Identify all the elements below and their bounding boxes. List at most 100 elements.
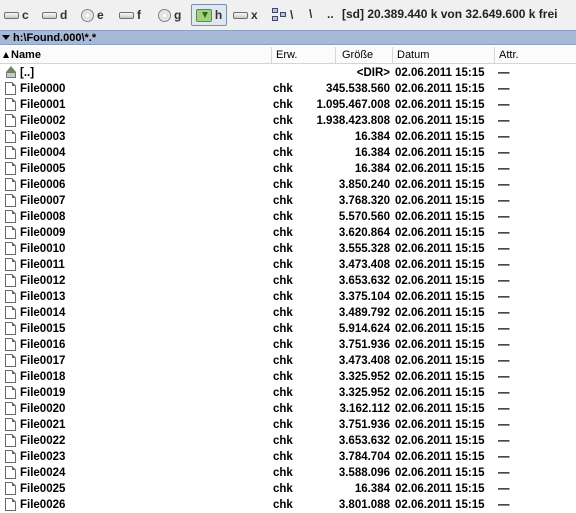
column-attr-header[interactable]: Attr.: [495, 47, 576, 63]
file-row[interactable]: File0023 chk 3.784.704 02.06.2011 15:15 —: [0, 449, 576, 465]
file-ext: chk: [273, 371, 293, 383]
file-size: 3.768.320: [338, 195, 390, 207]
file-row[interactable]: File0021 chk 3.751.936 02.06.2011 15:15 —: [0, 417, 576, 433]
file-icon: [5, 290, 16, 303]
file-attr: —: [498, 419, 510, 431]
file-icon: [5, 98, 16, 111]
file-row[interactable]: File0026 chk 3.801.088 02.06.2011 15:15 —: [0, 497, 576, 513]
file-icon: [5, 450, 16, 463]
file-row[interactable]: File0011 chk 3.473.408 02.06.2011 15:15 —: [0, 257, 576, 273]
file-icon: [5, 354, 16, 367]
file-ext: chk: [273, 163, 293, 175]
parent-dir-row[interactable]: [..] <DIR> 02.06.2011 15:15 —: [0, 65, 576, 81]
file-size: 16.384: [354, 131, 390, 143]
file-size: 3.751.936: [338, 339, 390, 351]
file-attr: —: [498, 99, 510, 111]
file-date: 02.06.2011 15:15: [395, 83, 485, 95]
file-row[interactable]: File0015 chk 5.914.624 02.06.2011 15:15 —: [0, 321, 576, 337]
file-name: File0008: [20, 211, 66, 223]
file-date: 02.06.2011 15:15: [395, 147, 485, 159]
history-dropdown-icon[interactable]: [2, 35, 10, 40]
parent-dir-button[interactable]: ..: [327, 7, 334, 21]
file-row[interactable]: File0017 chk 3.473.408 02.06.2011 15:15 —: [0, 353, 576, 369]
file-name: File0005: [20, 163, 66, 175]
sort-ascending-icon: [3, 52, 9, 58]
drive-button-d[interactable]: d: [42, 6, 67, 24]
file-attr: —: [498, 467, 510, 479]
column-size-header[interactable]: Größe: [336, 47, 393, 63]
file-date: 02.06.2011 15:15: [395, 259, 485, 271]
file-row[interactable]: File0024 chk 3.588.096 02.06.2011 15:15 —: [0, 465, 576, 481]
file-row[interactable]: File0013 chk 3.375.104 02.06.2011 15:15 —: [0, 289, 576, 305]
drive-button-x[interactable]: x: [233, 6, 258, 24]
file-attr: —: [498, 163, 510, 175]
file-ext: chk: [273, 131, 293, 143]
drive-toolbar: c d e f g h x \ \ .. [sd] 20.389.440 k v…: [0, 0, 576, 30]
file-name: File0025: [20, 483, 66, 495]
path-bar[interactable]: h:\Found.000\*.*: [0, 30, 576, 45]
file-row[interactable]: File0006 chk 3.850.240 02.06.2011 15:15 —: [0, 177, 576, 193]
file-attr: —: [498, 259, 510, 271]
file-size: 5.570.560: [338, 211, 390, 223]
file-row[interactable]: File0008 chk 5.570.560 02.06.2011 15:15 —: [0, 209, 576, 225]
file-size: 3.588.096: [338, 467, 390, 479]
drive-button-c[interactable]: c: [4, 6, 29, 24]
network-icon: [272, 8, 287, 22]
file-attr: —: [498, 307, 510, 319]
drive-button-g[interactable]: g: [158, 6, 181, 24]
column-name-header[interactable]: Name: [0, 47, 272, 63]
file-name: File0007: [20, 195, 66, 207]
root-dir-button[interactable]: \: [309, 7, 312, 21]
file-icon: [5, 146, 16, 159]
file-attr: —: [498, 243, 510, 255]
file-size: 3.653.632: [338, 275, 390, 287]
column-ext-header[interactable]: Erw.: [272, 47, 336, 63]
file-icon: [5, 434, 16, 447]
file-attr: —: [498, 483, 510, 495]
drive-button-e[interactable]: e: [81, 6, 104, 24]
file-size: 1.095.467.008: [316, 99, 390, 111]
file-ext: chk: [273, 435, 293, 447]
file-attr: —: [498, 323, 510, 335]
file-row[interactable]: File0022 chk 3.653.632 02.06.2011 15:15 —: [0, 433, 576, 449]
file-size: 3.784.704: [338, 451, 390, 463]
file-date: 02.06.2011 15:15: [395, 275, 485, 287]
file-date: 02.06.2011 15:15: [395, 403, 485, 415]
file-date: 02.06.2011 15:15: [395, 307, 485, 319]
file-size: 3.653.632: [338, 435, 390, 447]
file-date: 02.06.2011 15:15: [395, 467, 485, 479]
file-row[interactable]: File0007 chk 3.768.320 02.06.2011 15:15 —: [0, 193, 576, 209]
file-date: 02.06.2011 15:15: [395, 179, 485, 191]
file-row[interactable]: File0018 chk 3.325.952 02.06.2011 15:15 —: [0, 369, 576, 385]
file-row[interactable]: File0000 chk 345.538.560 02.06.2011 15:15 —: [0, 81, 576, 97]
file-row[interactable]: File0004 chk 16.384 02.06.2011 15:15 —: [0, 145, 576, 161]
file-row[interactable]: File0012 chk 3.653.632 02.06.2011 15:15 —: [0, 273, 576, 289]
drive-button-h[interactable]: h: [191, 4, 227, 26]
file-date: 02.06.2011 15:15: [395, 483, 485, 495]
file-row[interactable]: File0001 chk 1.095.467.008 02.06.2011 15:15…: [0, 97, 576, 113]
file-row[interactable]: File0003 chk 16.384 02.06.2011 15:15 —: [0, 129, 576, 145]
network-drive-button[interactable]: \: [272, 6, 293, 24]
file-row[interactable]: File0025 chk 16.384 02.06.2011 15:15 —: [0, 481, 576, 497]
file-row[interactable]: File0020 chk 3.162.112 02.06.2011 15:15 —: [0, 401, 576, 417]
file-row[interactable]: File0002 chk 1.938.423.808 02.06.2011 15:15…: [0, 113, 576, 129]
file-attr: —: [498, 451, 510, 463]
file-row[interactable]: File0005 chk 16.384 02.06.2011 15:15 —: [0, 161, 576, 177]
file-row[interactable]: File0009 chk 3.620.864 02.06.2011 15:15 —: [0, 225, 576, 241]
file-date: 02.06.2011 15:15: [395, 451, 485, 463]
file-ext: chk: [273, 147, 293, 159]
file-ext: chk: [273, 243, 293, 255]
file-row[interactable]: File0014 chk 3.489.792 02.06.2011 15:15 —: [0, 305, 576, 321]
file-size: 3.620.864: [338, 227, 390, 239]
file-date: 02.06.2011 15:15: [395, 99, 485, 111]
column-date-header[interactable]: Datum: [393, 47, 495, 63]
file-name: File0002: [20, 115, 66, 127]
file-row[interactable]: File0016 chk 3.751.936 02.06.2011 15:15 —: [0, 337, 576, 353]
file-attr: —: [498, 179, 510, 191]
file-row[interactable]: File0010 chk 3.555.328 02.06.2011 15:15 —: [0, 241, 576, 257]
file-size: 5.914.624: [338, 323, 390, 335]
file-row[interactable]: File0019 chk 3.325.952 02.06.2011 15:15 —: [0, 385, 576, 401]
file-icon: [5, 242, 16, 255]
file-attr: —: [498, 387, 510, 399]
drive-button-f[interactable]: f: [119, 6, 141, 24]
